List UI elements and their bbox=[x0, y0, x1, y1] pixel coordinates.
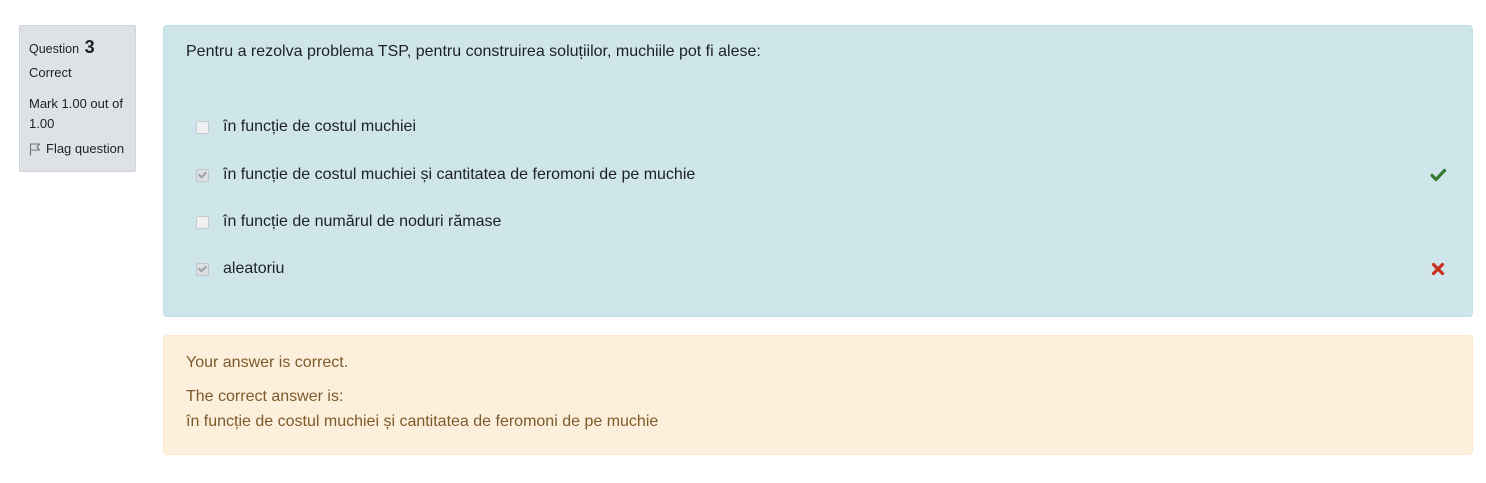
answer-option-2: în funcție de costul muchiei și cantitat… bbox=[196, 164, 1446, 186]
answer-option-3: în funcție de numărul de noduri rămase bbox=[196, 211, 1446, 233]
general-feedback: Your answer is correct. bbox=[186, 354, 349, 371]
question-grade: Mark 1.00 out of 1.00 bbox=[29, 96, 123, 131]
answer-option-1: în funcție de costul muchiei bbox=[196, 116, 1446, 138]
flag-question-link[interactable]: Flag question bbox=[29, 141, 126, 157]
answer-option-4: aleatoriu bbox=[196, 258, 1446, 280]
correct-check-icon bbox=[1430, 168, 1446, 182]
question-info-panel: Question 3 Correct Mark 1.00 out of 1.00… bbox=[19, 25, 136, 172]
question-formulation: Pentru a rezolva problema TSP, pentru co… bbox=[163, 25, 1473, 317]
question-text: Pentru a rezolva problema TSP, pentru co… bbox=[186, 43, 761, 60]
question-outcome: Your answer is correct. The correct answ… bbox=[163, 335, 1473, 455]
question-number-line: Question 3 bbox=[29, 36, 126, 58]
answer-label-3: în funcție de numărul de noduri rămase bbox=[223, 213, 502, 230]
answer-checkbox-2[interactable] bbox=[196, 168, 209, 182]
answer-label-2: în funcție de costul muchiei și cantitat… bbox=[223, 166, 696, 183]
right-answer-label: The correct answer is: bbox=[186, 388, 344, 405]
answer-checkbox-3[interactable] bbox=[196, 215, 209, 229]
question-label: Question bbox=[29, 42, 80, 56]
incorrect-cross-icon bbox=[1431, 262, 1445, 276]
answer-label-4: aleatoriu bbox=[223, 260, 285, 277]
answer-label-1: în funcție de costul muchiei bbox=[223, 118, 416, 135]
right-answer-text: în funcție de costul muchiei și cantitat… bbox=[186, 413, 659, 430]
answer-checkbox-1[interactable] bbox=[196, 120, 209, 134]
answer-checkbox-4[interactable] bbox=[196, 262, 209, 276]
flag-question-label: Flag question bbox=[46, 141, 125, 156]
question-number: 3 bbox=[84, 37, 95, 57]
question-state: Correct bbox=[29, 65, 72, 80]
flag-icon bbox=[29, 142, 41, 155]
